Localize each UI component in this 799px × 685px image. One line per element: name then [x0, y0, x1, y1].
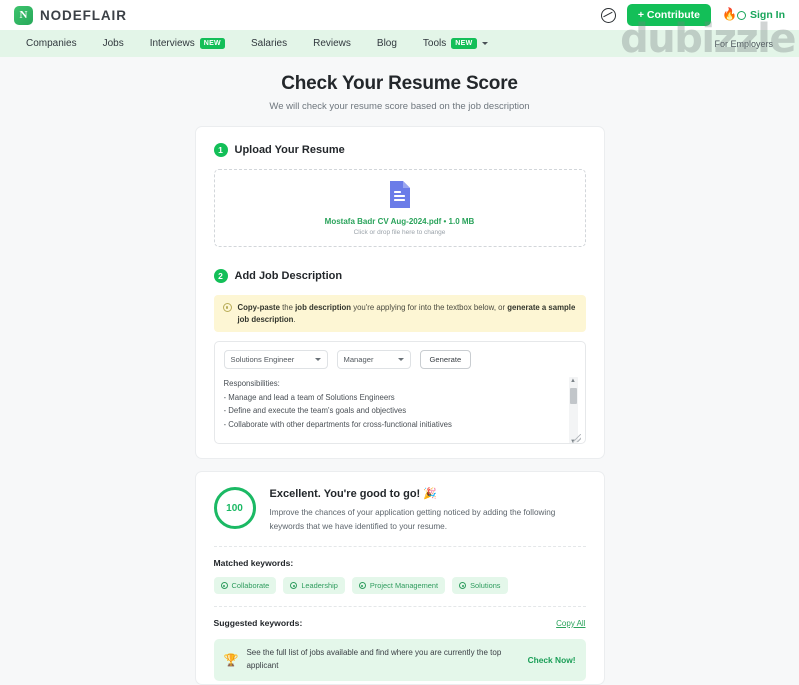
keyword-chip[interactable]: Leadership	[283, 577, 345, 595]
step-1-number: 1	[213, 143, 228, 157]
nav-label: Companies	[26, 38, 77, 49]
step-1-header: 1 Upload Your Resume	[213, 143, 586, 157]
keyword-label: Project Management	[369, 581, 439, 591]
score-ring: 100	[213, 487, 256, 530]
job-description-textarea-wrap: Responsibilities: - Manage and lead a te…	[215, 377, 585, 444]
keyword-label: Solutions	[470, 581, 501, 591]
globe-icon[interactable]	[600, 7, 616, 23]
job-description-box: Solutions Engineer Manager Generate Resp…	[213, 341, 586, 445]
top-bar-actions: + Contribute Sign In	[600, 4, 785, 26]
check-circle-icon	[220, 582, 228, 590]
resume-dropzone[interactable]: Mostafa Badr CV Aug-2024.pdf • 1.0 MB Cl…	[213, 169, 586, 247]
notice-part-3: job description	[295, 303, 352, 312]
brand-name: NODEFLAIR	[40, 7, 127, 23]
job-description-notice: Copy-paste the job description you're ap…	[213, 295, 586, 333]
score-description: Improve the chances of your application …	[269, 508, 556, 531]
sign-in-button[interactable]: Sign In	[722, 8, 785, 22]
dropzone-hint: Click or drop file here to change	[353, 229, 446, 236]
matched-keywords-label: Matched keywords:	[213, 558, 294, 569]
nav-item-tools[interactable]: Tools NEW	[423, 38, 488, 49]
nav-label: Interviews	[149, 38, 195, 49]
suggested-keywords-label: Suggested keywords:	[213, 618, 303, 629]
level-select[interactable]: Manager	[336, 350, 411, 370]
keyword-chip[interactable]: Project Management	[351, 577, 446, 595]
chevron-down-icon	[481, 42, 488, 45]
chevron-down-icon	[314, 358, 321, 362]
step-2-section: 2 Add Job Description Copy-paste the job…	[213, 269, 586, 445]
keyword-label: Leadership	[301, 581, 338, 591]
sign-in-label: Sign In	[750, 9, 785, 21]
page-title: Check Your Resume Score	[281, 73, 518, 94]
copy-all-button[interactable]: Copy All	[556, 619, 585, 628]
page-content: Check Your Resume Score We will check yo…	[0, 57, 799, 685]
step-1-title: Upload Your Resume	[234, 144, 345, 156]
check-circle-icon	[290, 582, 298, 590]
suggested-keywords-row: Suggested keywords: Copy All	[213, 606, 586, 639]
user-icon	[737, 10, 746, 20]
step-2-header: 2 Add Job Description	[213, 269, 586, 283]
nav-label: Reviews	[313, 38, 351, 49]
nav-item-salaries[interactable]: Salaries	[251, 38, 287, 49]
score-text-block: Excellent. You're good to go! 🎉 Improve …	[270, 487, 570, 533]
nav-item-blog[interactable]: Blog	[377, 38, 397, 49]
uploaded-file-name: Mostafa Badr CV Aug-2024.pdf • 1.0 MB	[324, 217, 475, 226]
check-now-button[interactable]: Check Now!	[528, 655, 576, 665]
nav-label: Tools	[422, 38, 447, 49]
keyword-chip[interactable]: Collaborate	[213, 577, 277, 595]
info-icon	[222, 303, 232, 312]
nav-label: Salaries	[250, 38, 288, 49]
job-description-controls: Solutions Engineer Manager Generate	[215, 342, 585, 377]
top-bar: N NODEFLAIR + Contribute Sign In	[0, 0, 799, 30]
chevron-down-icon	[397, 358, 404, 362]
keyword-chip[interactable]: Solutions	[452, 577, 508, 595]
check-circle-icon	[459, 582, 467, 590]
scrollbar-thumb[interactable]	[569, 388, 577, 405]
chevron-up-icon[interactable]: ▲	[570, 377, 576, 386]
role-select-value: Solutions Engineer	[230, 355, 295, 365]
new-badge: NEW	[199, 38, 225, 49]
nav-item-companies[interactable]: Companies	[26, 38, 77, 49]
brand-logo-link[interactable]: N NODEFLAIR	[14, 5, 127, 25]
nav-item-jobs[interactable]: Jobs	[103, 38, 124, 49]
score-headline: Excellent. You're good to go! 🎉	[269, 488, 437, 501]
nav-item-reviews[interactable]: Reviews	[313, 38, 351, 49]
check-circle-icon	[358, 582, 366, 590]
score-summary: 100 Excellent. You're good to go! 🎉 Impr…	[213, 487, 586, 533]
matched-keywords-block: Matched keywords: Collaborate Leadership…	[213, 546, 586, 606]
page-subtitle: We will check your resume score based on…	[269, 101, 530, 112]
pdf-file-icon	[389, 181, 410, 208]
resume-score-card: 1 Upload Your Resume Mostafa Badr CV Aug…	[194, 126, 605, 460]
score-result-card: 100 Excellent. You're good to go! 🎉 Impr…	[194, 471, 605, 685]
step-2-number: 2	[213, 269, 228, 283]
role-select[interactable]: Solutions Engineer	[223, 350, 328, 370]
notice-part-4: you're applying for into the textbox bel…	[351, 303, 508, 312]
nav-item-for-employers[interactable]: For Employers	[714, 39, 773, 49]
resize-grip-icon[interactable]	[572, 434, 581, 443]
notice-text: Copy-paste the job description you're ap…	[238, 302, 577, 325]
nav-label: Jobs	[102, 38, 124, 49]
generate-button[interactable]: Generate	[419, 350, 472, 370]
notice-part-2: the	[279, 303, 296, 312]
flame-icon	[722, 8, 734, 22]
new-badge: NEW	[451, 38, 477, 49]
trophy-icon: 🏆	[223, 653, 239, 668]
nav-label: Blog	[376, 38, 397, 49]
step-2-title: Add Job Description	[234, 270, 343, 282]
matched-keywords-list: Collaborate Leadership Project Managemen…	[213, 577, 586, 595]
nav-item-interviews[interactable]: Interviews NEW	[150, 38, 225, 49]
promo-text: See the full list of jobs available and …	[246, 648, 502, 671]
keyword-label: Collaborate	[231, 581, 270, 591]
job-description-textarea[interactable]: Responsibilities: - Manage and lead a te…	[224, 377, 585, 443]
main-navigation: Companies Jobs Interviews NEW Salaries R…	[0, 30, 799, 57]
nodeflair-logo-icon: N	[14, 5, 33, 25]
top-applicant-promo[interactable]: 🏆 See the full list of jobs available an…	[213, 639, 586, 682]
notice-part-6: .	[293, 314, 296, 324]
contribute-button[interactable]: + Contribute	[626, 4, 711, 26]
notice-part-1: Copy-paste	[237, 303, 280, 312]
level-select-value: Manager	[343, 355, 374, 365]
